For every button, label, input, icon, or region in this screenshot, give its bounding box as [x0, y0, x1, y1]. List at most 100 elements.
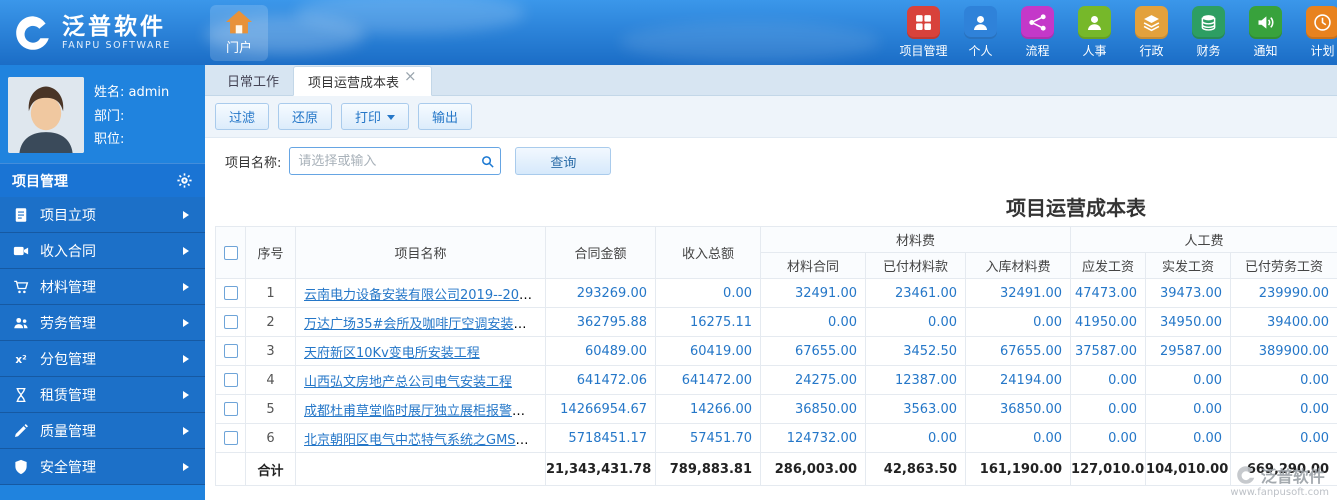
- tab-label: 日常工作: [227, 71, 279, 90]
- total-income: 789,883.81: [656, 453, 761, 486]
- table-total-row: 合计21,343,431.78789,883.81286,003.0042,86…: [216, 453, 1337, 486]
- row-checkbox[interactable]: [224, 315, 238, 329]
- logo-title: 泛普软件: [62, 14, 171, 40]
- report-title: 项目运营成本表: [515, 184, 1337, 226]
- sidebar-item-income-contract[interactable]: 收入合同: [0, 233, 205, 269]
- top-nav-item-notice[interactable]: 通知: [1237, 6, 1294, 59]
- toolbar-export-button[interactable]: 输出: [418, 103, 472, 130]
- top-nav-item-plan[interactable]: 计划: [1294, 6, 1337, 59]
- top-nav: 项目管理 个人 流程人事行政财务通知计划: [895, 6, 1337, 59]
- top-nav-item-personal[interactable]: 个人: [952, 6, 1009, 59]
- project-name-link[interactable]: 山西弘文房地产总公司电气安装工程: [304, 375, 512, 390]
- toolbar-print-button[interactable]: 打印: [341, 103, 409, 130]
- row-checkbox[interactable]: [224, 373, 238, 387]
- toolbar-button-label: 打印: [355, 107, 381, 126]
- tab-project-cost-report[interactable]: 项目运营成本表×: [293, 66, 432, 96]
- project-name-input[interactable]: [290, 154, 474, 169]
- cloud-decoration: [295, 0, 525, 34]
- logo: 泛普软件 FANPU SOFTWARE: [0, 12, 200, 54]
- sidebar-item-material-mgmt[interactable]: 材料管理: [0, 269, 205, 305]
- speaker-icon: [1249, 6, 1282, 39]
- watermark: 泛普软件 www.fanpusoft.com: [1230, 463, 1329, 498]
- top-nav-item-label: 项目管理: [899, 42, 947, 59]
- top-nav-item-label: 个人: [968, 42, 992, 59]
- project-name-link[interactable]: 万达广场35#会所及咖啡厅空调安装工程: [304, 317, 539, 332]
- table-header: 序号 项目名称 合同金额 收入总额 材料费 人工费 材料合同 已付材料款 入库材…: [216, 227, 1337, 279]
- sidebar-item-label: 材料管理: [40, 277, 96, 297]
- sidebar-section-title: 项目管理: [12, 171, 68, 191]
- project-name-link[interactable]: 天府新区10Kv变电所安装工程: [304, 346, 480, 361]
- project-name-link[interactable]: 成都杜甫草堂临时展厅独立展柜报警设备安装: [304, 404, 546, 419]
- select-all-checkbox[interactable]: [224, 246, 238, 260]
- cell-wage_due: 0.00: [1071, 395, 1146, 424]
- toolbar-filter-button[interactable]: 过滤: [215, 103, 269, 130]
- logo-text: 泛普软件 FANPU SOFTWARE: [62, 14, 171, 51]
- cell-mat_contract: 124732.00: [761, 424, 866, 453]
- toolbar-restore-button[interactable]: 还原: [278, 103, 332, 130]
- top-header: 泛普软件 FANPU SOFTWARE 门户 项目管理 个人 流程人事行政财务通知计…: [0, 0, 1337, 65]
- cell-contract: 641472.06: [546, 366, 656, 395]
- sidebar-item-project-initiation[interactable]: 项目立项: [0, 197, 205, 233]
- nav-portal[interactable]: 门户: [210, 5, 268, 61]
- header-income-total: 收入总额: [656, 227, 761, 279]
- cell-labor_paid: 39400.00: [1231, 308, 1337, 337]
- tab-daily-work[interactable]: 日常工作: [213, 65, 293, 95]
- watermark-brand: 泛普软件: [1261, 463, 1325, 487]
- gear-icon[interactable]: [176, 172, 193, 189]
- sidebar-item-labor-mgmt[interactable]: 劳务管理: [0, 305, 205, 341]
- table-row: 2万达广场35#会所及咖啡厅空调安装工程362795.8816275.110.0…: [216, 308, 1337, 337]
- top-nav-item-label: 财务: [1196, 42, 1220, 59]
- sidebar-item-safety-mgmt[interactable]: 安全管理: [0, 449, 205, 485]
- table-row: 6北京朝阳区电气中芯特气系统之GMS安装5718451.1757451.7012…: [216, 424, 1337, 453]
- sidebar-item-subcontract-mgmt[interactable]: x²分包管理: [0, 341, 205, 377]
- project-name-link[interactable]: 北京朝阳区电气中芯特气系统之GMS安装: [304, 433, 542, 448]
- cell-mat_paid: 0.00: [866, 308, 966, 337]
- cart-icon: [12, 278, 30, 296]
- search-icon[interactable]: [474, 154, 500, 169]
- cell-income: 14266.00: [656, 395, 761, 424]
- row-checkbox[interactable]: [224, 402, 238, 416]
- sidebar-section-header[interactable]: 项目管理: [0, 163, 205, 197]
- chevron-right-icon: [183, 211, 193, 219]
- sidebar-item-label: 租赁管理: [40, 385, 96, 405]
- top-nav-item-hr[interactable]: 人事: [1066, 6, 1123, 59]
- row-index: 4: [246, 366, 296, 395]
- table-row: 1云南电力设备安装有限公司2019--2020年度293269.000.0032…: [216, 279, 1337, 308]
- cell-wage_paid: 29587.00: [1146, 337, 1231, 366]
- row-checkbox[interactable]: [224, 286, 238, 300]
- sidebar-item-quality-mgmt[interactable]: 质量管理: [0, 413, 205, 449]
- sidebar-item-label: 劳务管理: [40, 313, 96, 333]
- top-nav-item-label: 流程: [1025, 42, 1049, 59]
- project-name-link[interactable]: 云南电力设备安装有限公司2019--2020年度: [304, 288, 546, 303]
- close-icon[interactable]: ×: [404, 69, 417, 84]
- doc-icon: [12, 206, 30, 224]
- row-checkbox[interactable]: [224, 431, 238, 445]
- cell-mat_paid: 3563.00: [866, 395, 966, 424]
- total-name-cell: [296, 453, 546, 486]
- table-row: 3天府新区10Kv变电所安装工程60489.0060419.0067655.00…: [216, 337, 1337, 366]
- total-wage_paid: 104,010.00: [1146, 453, 1231, 486]
- hourglass-icon: [12, 386, 30, 404]
- avatar: [8, 77, 84, 153]
- query-button[interactable]: 查询: [515, 147, 611, 175]
- top-nav-item-project-mgmt[interactable]: 项目管理: [895, 6, 952, 59]
- top-nav-item-finance[interactable]: 财务: [1180, 6, 1237, 59]
- cell-mat_contract: 67655.00: [761, 337, 866, 366]
- header-material-group: 材料费: [761, 227, 1071, 253]
- table-body: 1云南电力设备安装有限公司2019--2020年度293269.000.0032…: [216, 279, 1337, 486]
- project-name-cell: 天府新区10Kv变电所安装工程: [296, 337, 546, 366]
- sidebar: 姓名: admin 部门: 职位: 项目管理 项目立项收入合同材料管理劳务管理x…: [0, 65, 205, 500]
- header-contract-amount: 合同金额: [546, 227, 656, 279]
- row-select-cell: [216, 279, 246, 308]
- row-index: 1: [246, 279, 296, 308]
- cell-wage_paid: 39473.00: [1146, 279, 1231, 308]
- row-select-cell: [216, 424, 246, 453]
- top-nav-item-process[interactable]: 流程: [1009, 6, 1066, 59]
- flow-icon: [1021, 6, 1054, 39]
- sidebar-item-lease-mgmt[interactable]: 租赁管理: [0, 377, 205, 413]
- cell-wage_paid: 0.00: [1146, 366, 1231, 395]
- row-checkbox[interactable]: [224, 344, 238, 358]
- cell-wage_due: 37587.00: [1071, 337, 1146, 366]
- cell-labor_paid: 0.00: [1231, 395, 1337, 424]
- top-nav-item-admin[interactable]: 行政: [1123, 6, 1180, 59]
